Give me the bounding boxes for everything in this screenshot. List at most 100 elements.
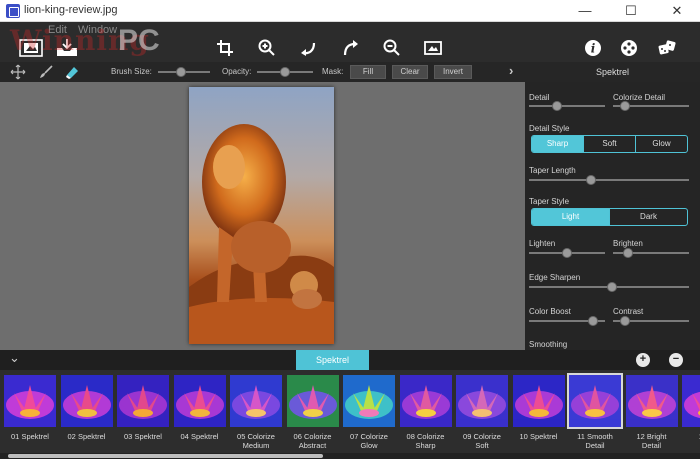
info-icon: i (585, 40, 601, 56)
lighten-label: Lighten (529, 239, 556, 248)
maximize-button[interactable]: ☐ (608, 0, 654, 22)
detail-style-soft[interactable]: Soft (583, 136, 635, 152)
preset-label-line1: 10 Spektrel (519, 432, 558, 441)
brush-size-label: Brush Size: (111, 67, 152, 76)
preset-label-line1: 02 Spektrel (67, 432, 106, 441)
flower-thumbnail-icon (399, 375, 452, 427)
eraser-tool-icon[interactable] (64, 64, 80, 80)
minimize-button[interactable]: — (562, 0, 608, 22)
brush-tool-icon[interactable] (38, 64, 54, 80)
clear-button[interactable]: Clear (392, 65, 428, 79)
crop-button[interactable] (214, 37, 236, 59)
taper-style-dark[interactable]: Dark (609, 209, 687, 225)
preset-thumbnail[interactable] (286, 375, 339, 427)
preset-label: 07 Colorize Glow (340, 432, 398, 450)
remove-preset-button[interactable]: − (669, 353, 683, 367)
color-boost-slider[interactable] (529, 316, 605, 326)
menu-window[interactable]: Window (78, 24, 117, 36)
crop-icon (217, 40, 233, 56)
preset-thumbnail[interactable] (230, 375, 282, 427)
detail-slider[interactable] (529, 101, 605, 111)
collapse-strip-button[interactable]: ⌄ (9, 350, 20, 366)
preset-label-line2: Sharp (415, 441, 436, 450)
taper-length-slider[interactable] (529, 175, 689, 185)
preset-label-line1: 07 Colorize (350, 432, 388, 441)
zoom-out-button[interactable] (381, 37, 403, 59)
flower-thumbnail-icon (569, 375, 621, 427)
adjustments-panel: Spektrel Detail Colorize Detail Detail S… (525, 62, 700, 350)
preset-thumbnail[interactable] (625, 375, 678, 427)
save-image-button[interactable] (54, 37, 80, 59)
expand-panel-button[interactable]: › (509, 63, 513, 78)
close-button[interactable]: ✕ (654, 0, 700, 22)
edge-sharpen-slider[interactable] (529, 282, 689, 292)
taper-style-light[interactable]: Light (532, 209, 609, 225)
panel-title: Spektrel (525, 62, 700, 82)
colorize-detail-slider[interactable] (613, 101, 689, 111)
flower-thumbnail-icon (173, 375, 226, 427)
move-tool-icon[interactable] (10, 64, 26, 80)
undo-icon (301, 42, 316, 56)
info-button[interactable]: i (582, 37, 604, 59)
undo-button[interactable] (298, 37, 320, 59)
brush-size-slider[interactable] (158, 67, 210, 77)
preset-label-line2: Abstract (298, 441, 327, 450)
invert-button[interactable]: Invert (434, 65, 472, 79)
preset-label: 13 Lo (679, 432, 700, 441)
flower-thumbnail-icon (456, 375, 508, 427)
presets-button[interactable] (618, 37, 640, 59)
zoom-in-button[interactable] (256, 37, 278, 59)
preset-thumbnail[interactable] (173, 375, 226, 427)
preset-thumbnail[interactable] (682, 375, 700, 427)
open-image-button[interactable] (18, 37, 44, 59)
preset-thumbnail[interactable] (399, 375, 452, 427)
taper-style-label: Taper Style (529, 197, 570, 206)
preset-label-line1: 12 Bright (636, 432, 667, 441)
preset-thumbnail[interactable] (4, 375, 56, 427)
brighten-slider[interactable] (613, 248, 689, 258)
redo-button[interactable] (340, 37, 362, 59)
preset-label: 02 Spektrel (58, 432, 116, 441)
preset-label: 10 Spektrel (510, 432, 568, 441)
preset-thumbnail[interactable] (456, 375, 508, 427)
filmstrip-scroll-thumb[interactable] (8, 454, 323, 458)
randomize-button[interactable] (656, 37, 678, 59)
color-boost-label: Color Boost (529, 307, 571, 316)
flower-thumbnail-icon (625, 375, 678, 427)
compare-button[interactable] (422, 37, 444, 59)
preset-label-line2: Medium (242, 441, 270, 450)
opacity-slider[interactable] (257, 67, 313, 77)
add-preset-button[interactable]: + (636, 353, 650, 367)
preset-label: 03 Spektrel (114, 432, 172, 441)
contrast-slider[interactable] (613, 316, 689, 326)
detail-style-glow[interactable]: Glow (635, 136, 687, 152)
contrast-label: Contrast (613, 307, 644, 316)
fill-button[interactable]: Fill (350, 65, 386, 79)
preset-thumbnail[interactable] (343, 375, 395, 427)
edge-sharpen-label: Edge Sharpen (529, 273, 581, 282)
presets-icon (621, 40, 637, 56)
flower-thumbnail-icon (4, 375, 56, 427)
lighten-slider[interactable] (529, 248, 605, 258)
preset-thumbnail[interactable] (567, 373, 623, 429)
preset-thumbnail[interactable] (117, 375, 169, 427)
preset-category-tab[interactable]: Spektrel (296, 350, 369, 370)
zoom-in-icon (258, 39, 275, 56)
filmstrip-scrollbar[interactable] (0, 453, 700, 459)
zoom-out-icon (383, 39, 400, 56)
preset-label: 09 Colorize Soft (453, 432, 511, 450)
menu-edit[interactable]: Edit (48, 24, 67, 36)
mask-label: Mask: (322, 67, 344, 76)
title-bar: lion-king-review.jpg — ☐ ✕ (0, 0, 700, 22)
preset-label-line1: 01 Spektrel (11, 432, 49, 441)
lion-illustration (189, 124, 334, 344)
app-icon (6, 4, 20, 18)
flower-thumbnail-icon (512, 375, 565, 427)
svg-text:i: i (591, 42, 596, 56)
preset-thumbnail[interactable] (512, 375, 565, 427)
preset-label-line1: 08 Colorize (406, 432, 445, 441)
preset-thumbnail[interactable] (60, 375, 113, 427)
detail-style-sharp[interactable]: Sharp (532, 136, 583, 152)
flower-thumbnail-icon (117, 375, 169, 427)
flower-thumbnail-icon (230, 375, 282, 427)
